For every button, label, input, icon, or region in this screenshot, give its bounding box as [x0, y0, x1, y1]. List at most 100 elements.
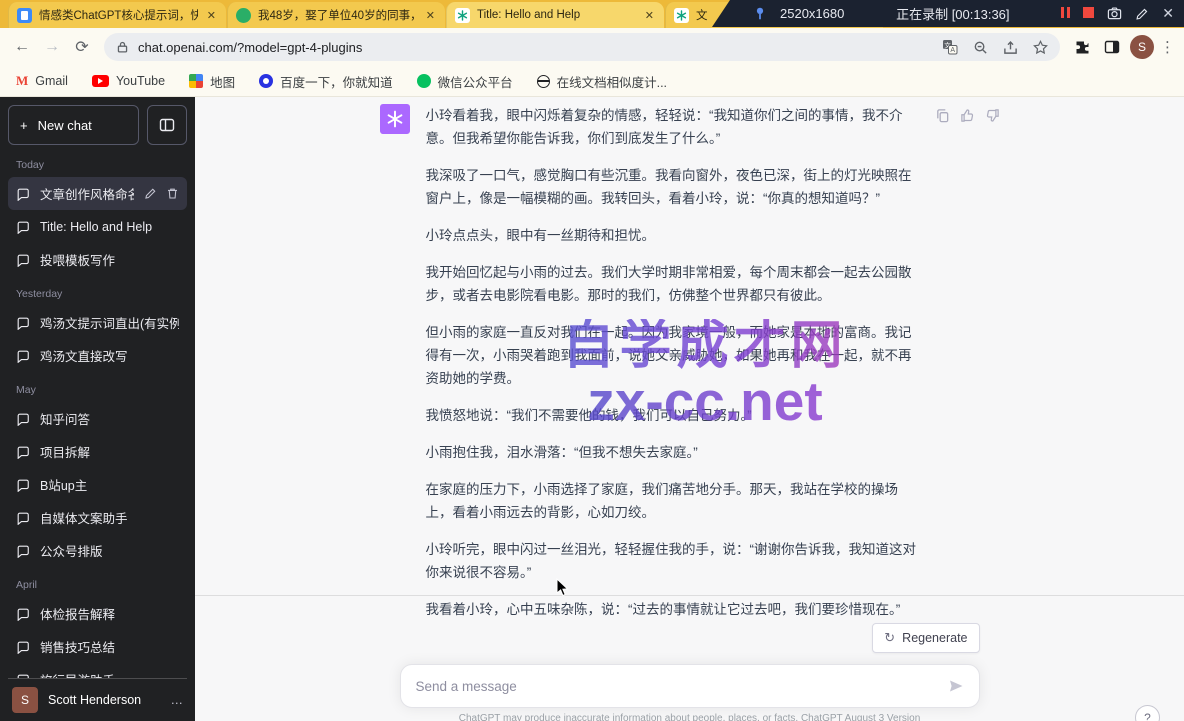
conversation-title: Title: Hello and Help	[40, 220, 179, 234]
bookmark-item[interactable]: 在线文档相似度计...	[537, 72, 667, 91]
chat-bubble-icon	[16, 220, 30, 234]
conversation-item[interactable]: 公众号排版	[8, 534, 187, 567]
chat-bubble-icon	[16, 607, 30, 621]
conversation-title: 公众号排版	[40, 541, 179, 560]
edit-icon[interactable]	[144, 187, 157, 200]
forward-button[interactable]: →	[40, 35, 64, 59]
user-menu-icon[interactable]: …	[171, 693, 184, 707]
translate-icon[interactable]: 文A	[942, 39, 958, 55]
conversation-title: 知乎问答	[40, 409, 179, 428]
browser-tab[interactable]: Title: Hello and Help✕	[446, 2, 664, 28]
tab-close-icon[interactable]: ✕	[424, 9, 437, 22]
share-icon[interactable]	[1003, 40, 1018, 55]
conversation-item[interactable]: 项目拆解	[8, 435, 187, 468]
wechat-favicon-icon	[236, 8, 251, 23]
bookmark-item[interactable]: YouTube	[92, 74, 165, 88]
conversation-item[interactable]: 旅行导游助手	[8, 663, 187, 678]
pencil-icon[interactable]	[1135, 7, 1149, 21]
stop-icon[interactable]	[1083, 6, 1094, 21]
chat-bubble-icon	[16, 640, 30, 654]
camera-icon[interactable]	[1107, 6, 1122, 21]
chat-bubble-icon	[16, 316, 30, 330]
recorder-close-icon[interactable]: ✕	[1162, 5, 1174, 22]
message-text: 小玲看着我，眼中闪烁着复杂的情感，轻轻说：“我知道你们之间的事情，我不介意。但我…	[426, 104, 919, 635]
side-panel-icon[interactable]	[1100, 35, 1124, 59]
baidu-icon	[259, 74, 273, 88]
sidebar-footer[interactable]: S Scott Henderson …	[8, 678, 187, 721]
chatgpt-favicon-icon	[674, 8, 689, 23]
tab-title: 情感类ChatGPT核心提示词，快	[39, 7, 198, 23]
chat-bubble-icon	[16, 445, 30, 459]
message-input[interactable]: Send a message	[400, 664, 980, 708]
chat-bubble-icon	[16, 187, 30, 201]
conversation-item[interactable]: 投喂模板写作	[8, 243, 187, 276]
recorder-resolution: 2520x1680	[780, 6, 844, 21]
conversation-title: 体检报告解释	[40, 604, 179, 623]
bookmark-label: YouTube	[116, 74, 165, 88]
tab-close-icon[interactable]: ✕	[643, 9, 656, 22]
bookmark-item[interactable]: 地图	[189, 72, 235, 91]
regenerate-button[interactable]: ↻ Regenerate	[872, 623, 979, 653]
browser-tab[interactable]: 我48岁，娶了单位40岁的同事，✕	[227, 2, 445, 28]
profile-avatar[interactable]: S	[1130, 35, 1154, 59]
reload-button[interactable]: ⟳	[70, 35, 94, 59]
openai-logo-icon	[386, 110, 404, 128]
bookmark-item[interactable]: 百度一下，你就知道	[259, 72, 393, 91]
conversation-item[interactable]: 鸡汤文直接改写	[8, 339, 187, 372]
input-placeholder: Send a message	[416, 679, 948, 694]
send-icon[interactable]	[948, 678, 964, 694]
chatgpt-app: + New chat Today 文章创作风格命名：风 Title: Hello a…	[0, 97, 1184, 721]
recorder-pin-icon[interactable]	[753, 6, 767, 21]
chat-bubble-icon	[16, 253, 30, 267]
chat-bubble-icon	[16, 544, 30, 558]
conversation-item[interactable]: 自媒体文案助手	[8, 501, 187, 534]
assistant-message: 小玲看着我，眼中闪烁着复杂的情感，轻轻说：“我知道你们之间的事情，我不介意。但我…	[195, 97, 1184, 635]
extensions-puzzle-icon[interactable]	[1070, 35, 1094, 59]
chat-bubble-icon	[16, 607, 30, 621]
thumbs-up-icon[interactable]	[960, 108, 975, 124]
thumbs-down-icon[interactable]	[985, 108, 1000, 124]
chat-bubble-icon	[16, 349, 30, 363]
bookmark-star-icon[interactable]	[1033, 40, 1048, 55]
conversation-item[interactable]: 知乎问答	[8, 402, 187, 435]
globe-icon	[537, 75, 550, 88]
conversation-item[interactable]: 体检报告解释	[8, 597, 187, 630]
section-label: Today	[8, 147, 187, 177]
zoom-out-icon[interactable]	[973, 40, 988, 55]
lock-icon[interactable]	[116, 40, 129, 54]
conversation-item[interactable]: 销售技巧总结	[8, 630, 187, 663]
screen-recorder-toolbar: 2520x1680 正在录制 [00:13:36] ✕	[712, 0, 1184, 27]
bookmark-label: Gmail	[35, 74, 68, 88]
chat-paragraph: 我愤怒地说：“我们不需要他的钱，我们可以自己努力。”	[426, 404, 919, 427]
conversation-item[interactable]: 鸡汤文提示词直出(有实例)	[8, 306, 187, 339]
bookmark-item[interactable]: MGmail	[16, 73, 68, 89]
conversation-title: 文章创作风格命名：风	[40, 184, 134, 203]
conversation-title: 销售技巧总结	[40, 637, 179, 656]
back-button[interactable]: ←	[10, 35, 34, 59]
conversation-item[interactable]: B站up主	[8, 468, 187, 501]
conversation-item[interactable]: Title: Hello and Help	[8, 210, 187, 243]
section-label: April	[8, 567, 187, 597]
conversation-title: 自媒体文案助手	[40, 508, 179, 527]
chat-bubble-icon	[16, 412, 30, 426]
section-label: May	[8, 372, 187, 402]
browser-tab[interactable]: 情感类ChatGPT核心提示词，快 ✕	[8, 2, 226, 28]
browser-menu-icon[interactable]: ⋮	[1160, 45, 1174, 50]
url-text[interactable]: chat.openai.com/?model=gpt-4-plugins	[138, 40, 933, 55]
conversation-item[interactable]: 文章创作风格命名：风	[8, 177, 187, 210]
delete-icon[interactable]	[166, 187, 179, 200]
docs-favicon-icon	[17, 8, 32, 23]
collapse-sidebar-button[interactable]	[147, 105, 187, 145]
tab-close-icon[interactable]: ✕	[205, 9, 218, 22]
chat-bubble-icon	[16, 478, 30, 492]
copy-icon[interactable]	[935, 108, 950, 124]
chat-bubble-icon	[16, 316, 30, 330]
pause-icon[interactable]	[1061, 6, 1070, 21]
new-chat-button[interactable]: + New chat	[8, 105, 139, 145]
conversation-title: 鸡汤文直接改写	[40, 346, 179, 365]
sidebar-collapse-icon	[159, 117, 175, 133]
chat-bubble-icon	[16, 640, 30, 654]
address-bar[interactable]: chat.openai.com/?model=gpt-4-plugins 文A	[104, 33, 1060, 61]
bookmark-item[interactable]: 微信公众平台	[417, 72, 513, 91]
chatgpt-avatar	[380, 104, 410, 134]
